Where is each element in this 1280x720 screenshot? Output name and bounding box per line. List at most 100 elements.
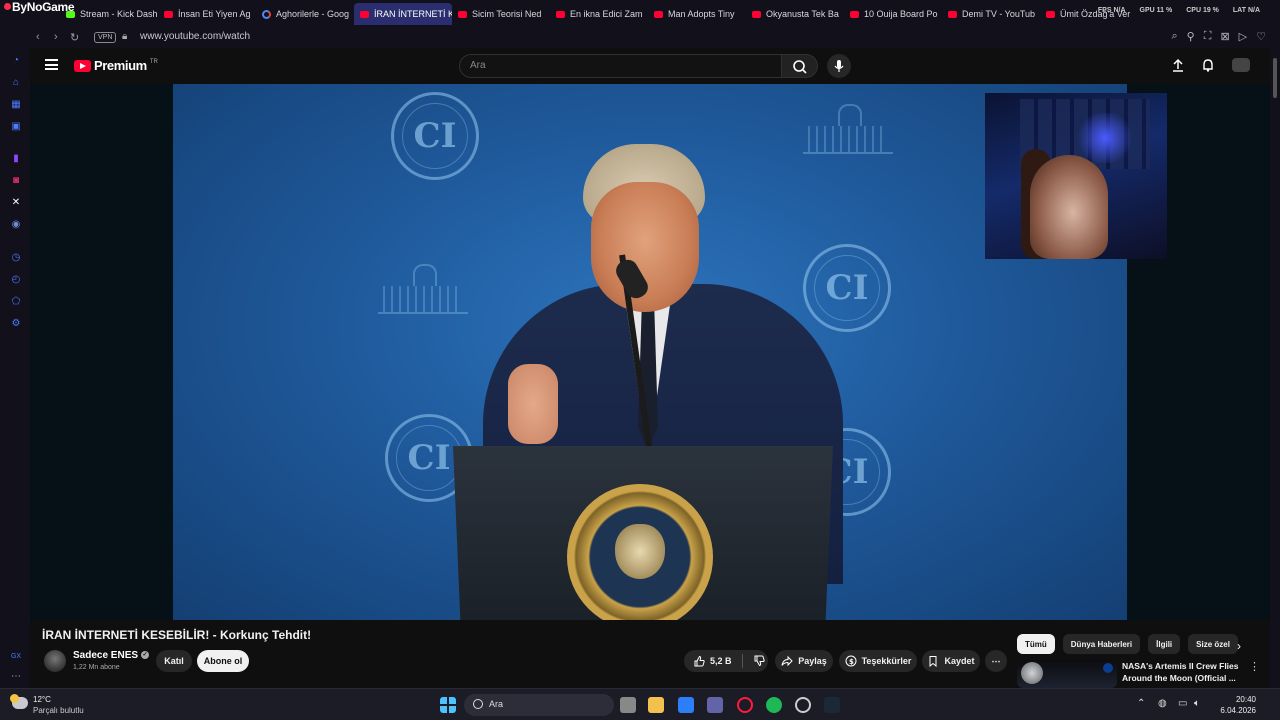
store-icon[interactable] — [678, 697, 694, 713]
gx-corner-icon[interactable]: ⌂ — [10, 77, 22, 89]
voice-search-button[interactable] — [827, 54, 851, 78]
more-actions-button[interactable]: ⋯ — [985, 650, 1007, 672]
webcam-face — [1030, 155, 1108, 259]
dislike-icon[interactable] — [753, 655, 765, 667]
browser-tab-bar: ByNoGame Stream - Kick Dash İnsan Eti Yiy… — [0, 0, 1280, 28]
browser-tab[interactable]: Demi TV - YouTub — [942, 3, 1040, 25]
lock-icon[interactable]: 🔒︎ — [122, 31, 127, 42]
discord-icon[interactable]: ◉ — [10, 219, 22, 231]
clock[interactable]: 20:40 6.04.2026 — [1216, 694, 1256, 716]
filter-chip[interactable]: Tümü — [1017, 634, 1055, 654]
streamer-webcam-overlay — [985, 93, 1167, 259]
tray-app-icon[interactable]: ◍ — [1158, 698, 1167, 709]
browser-tab[interactable]: Stream - Kick Dash — [60, 3, 158, 25]
account-avatar[interactable] — [1232, 58, 1250, 72]
windows-start-icon[interactable] — [440, 697, 456, 713]
extensions-icon[interactable]: ⬠ — [10, 296, 22, 308]
network-icon[interactable]: ▭ — [1178, 698, 1187, 709]
browser-tab[interactable]: Sicim Teorisi Ned — [452, 3, 550, 25]
url-field[interactable]: www.youtube.com/watch — [140, 31, 250, 42]
weather-icon[interactable] — [10, 694, 28, 709]
snapshot-icon[interactable]: ⛶ — [1204, 30, 1212, 43]
temperature[interactable]: 12°C — [33, 695, 51, 704]
search-input[interactable]: Ara — [459, 54, 782, 78]
pin-icon[interactable]: ⚲ — [1187, 30, 1195, 43]
filter-chip[interactable]: Dünya Haberleri — [1062, 634, 1141, 654]
menu-icon[interactable] — [45, 59, 58, 70]
spotify-icon[interactable] — [766, 697, 782, 713]
twitch-icon[interactable]: ▮ — [10, 153, 22, 165]
gx-logo-icon[interactable] — [4, 3, 11, 10]
video-player[interactable]: CI CI CI CI — [30, 84, 1270, 620]
recommendation-title[interactable]: NASA's Artemis II Crew Flies Around the … — [1122, 660, 1242, 684]
browser-tab-label: İRAN İNTERNETİ KESEBİL — [374, 9, 452, 19]
task-view-icon[interactable] — [620, 697, 636, 713]
teams-icon[interactable] — [707, 697, 723, 713]
youtube-premium-logo[interactable]: Premium TR — [74, 58, 158, 73]
channel-name-wrap[interactable]: Sadece ENES ✓ — [73, 650, 150, 661]
like-count[interactable]: 5,2 B — [710, 656, 732, 666]
browser-tab[interactable]: İRAN İNTERNETİ KESEBİL — [354, 3, 452, 25]
weather-condition[interactable]: Parçalı bulutlu — [33, 706, 84, 715]
settings-icon[interactable]: ⚙ — [10, 318, 22, 330]
scrollbar-thumb[interactable] — [1273, 58, 1277, 98]
back-icon[interactable]: ‹ — [36, 31, 40, 43]
join-button[interactable]: Katıl — [156, 650, 192, 672]
file-explorer-icon[interactable] — [648, 697, 664, 713]
volume-icon[interactable]: 🔈︎ — [1194, 698, 1200, 709]
browser-tab[interactable]: Okyanusta Tek Ba — [746, 3, 844, 25]
gx-control-icon[interactable]: ◔ — [10, 55, 22, 67]
like-icon[interactable] — [693, 655, 705, 667]
browser-tab[interactable]: Man Adopts Tiny — [648, 3, 746, 25]
channel-name[interactable]: Sadece ENES — [73, 650, 138, 661]
save-button[interactable]: Kaydet — [922, 650, 980, 672]
x-icon[interactable]: ✕ — [10, 197, 22, 209]
channel-avatar[interactable] — [44, 650, 66, 672]
player-icon[interactable]: ◷ — [10, 252, 22, 264]
share-button[interactable]: Paylaş — [775, 650, 833, 672]
search-page-icon[interactable]: ⌕ — [1172, 30, 1178, 43]
block-icon[interactable]: ⊠ — [1220, 30, 1229, 43]
google-favicon-icon — [262, 9, 271, 19]
opera-gx-icon[interactable] — [737, 697, 753, 713]
upload-icon[interactable] — [1171, 58, 1185, 72]
sidebar-more-icon[interactable]: ⋯ — [10, 671, 22, 683]
video-frame[interactable]: CI CI CI CI — [173, 84, 1127, 620]
recommendation-thumbnail[interactable] — [1017, 660, 1117, 688]
play-icon[interactable]: ▷ — [1239, 30, 1247, 43]
gx-cleaner-icon[interactable]: ▦ — [10, 99, 22, 111]
browser-tab[interactable]: Aghorilerle - Goog — [256, 3, 354, 25]
tray-overflow-icon[interactable]: ⌃ — [1137, 698, 1145, 709]
bookmark-heart-icon[interactable]: ♡ — [1256, 30, 1266, 43]
vpn-badge[interactable]: VPN — [94, 32, 117, 43]
subscribe-button[interactable]: Abone ol — [197, 650, 249, 672]
browser-tab-label: En ikna Edici Zam — [570, 9, 643, 19]
browser-tab[interactable]: İnsan Eti Yiyen Ag — [158, 3, 256, 25]
obs-icon[interactable] — [795, 697, 811, 713]
gx-stat: FPS N/A — [1097, 7, 1126, 14]
gx-mods-icon[interactable]: GX — [10, 651, 22, 663]
thanks-button[interactable]: $ Teşekkürler — [839, 650, 917, 672]
filter-chip[interactable]: İlgili — [1148, 634, 1181, 654]
filter-chip[interactable]: Size özel — [1188, 634, 1238, 654]
reload-icon[interactable]: ↻ — [70, 31, 79, 44]
moon-image — [1021, 662, 1043, 684]
recommendation-menu-icon[interactable]: ⋮ — [1249, 660, 1260, 673]
taskbar-search[interactable]: Ara — [464, 694, 614, 716]
thanks-label: Teşekkürler — [861, 656, 912, 666]
steam-icon[interactable] — [824, 697, 840, 713]
chevron-right-icon[interactable]: › — [1237, 639, 1241, 653]
instagram-icon[interactable]: ◙ — [10, 175, 22, 187]
kick-favicon-icon — [66, 10, 75, 18]
messenger-icon[interactable]: ▣ — [10, 121, 22, 133]
search-button[interactable] — [782, 54, 818, 78]
ci-backdrop-logo: CI — [391, 92, 479, 180]
history-icon[interactable]: ◴ — [10, 274, 22, 286]
video-title: İRAN İNTERNETİ KESEBİLİR! - Korkunç Tehd… — [42, 628, 312, 642]
notifications-icon[interactable] — [1201, 58, 1215, 72]
gx-stats: FPS N/A GPU 11 % CPU 19 % LAT N/A — [1098, 7, 1260, 14]
browser-tab[interactable]: 10 Ouija Board Po — [844, 3, 942, 25]
browser-tab[interactable]: En ikna Edici Zam — [550, 3, 648, 25]
page-scrollbar[interactable] — [1270, 48, 1280, 688]
forward-icon[interactable]: › — [54, 31, 58, 43]
